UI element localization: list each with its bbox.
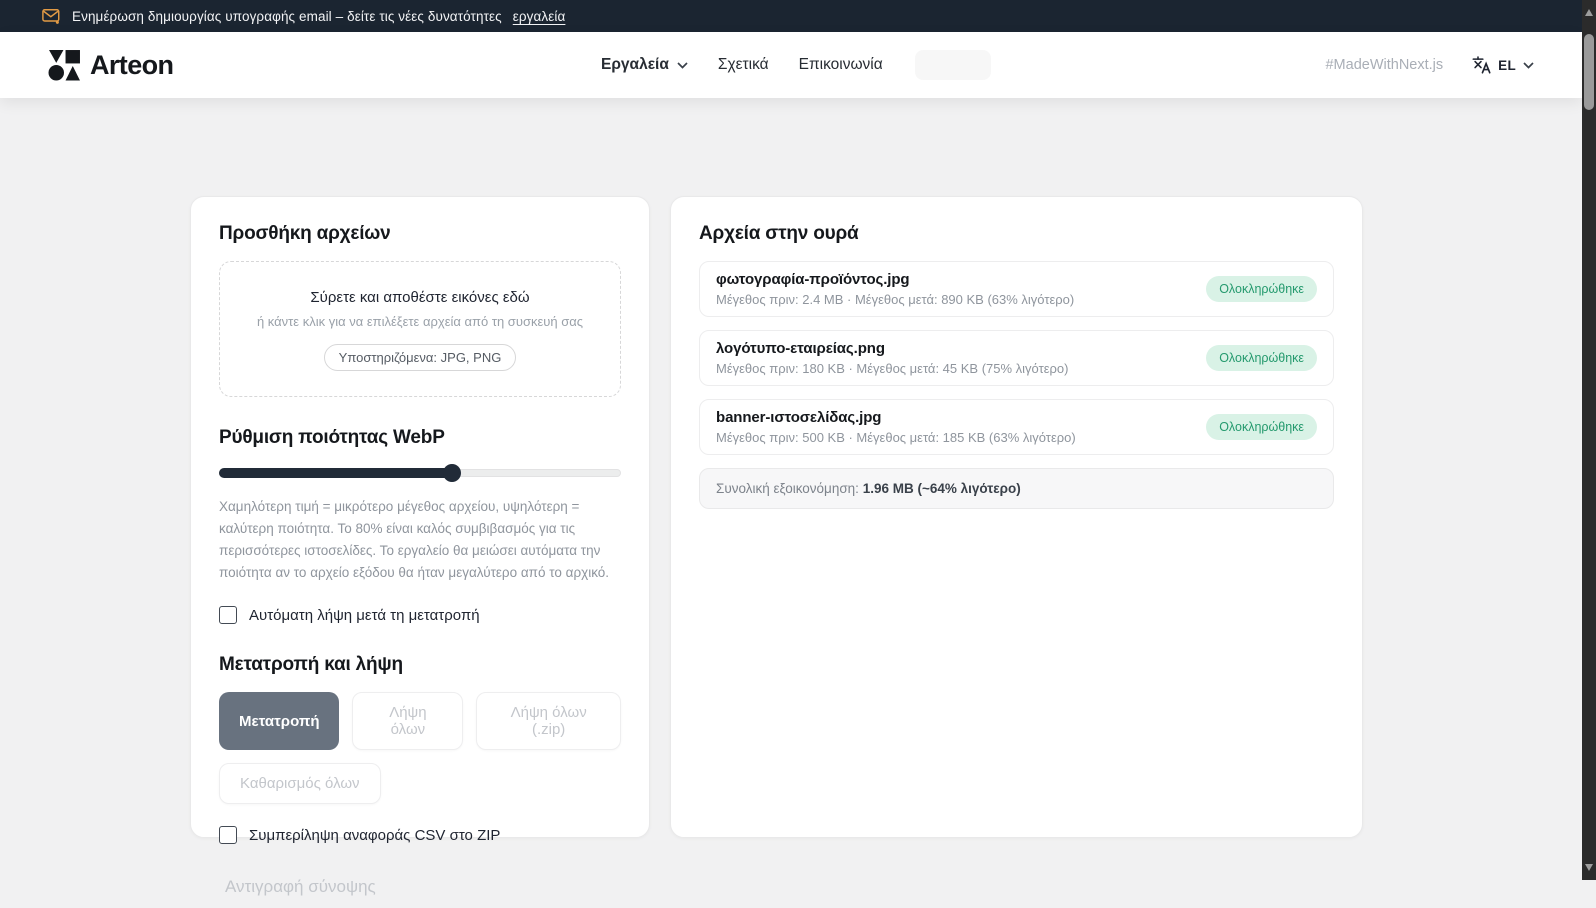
quality-description: Χαμηλότερη τιμή = μικρότερο μέγεθος αρχε…: [219, 499, 610, 580]
queue-title: Αρχεία στην ουρά: [699, 223, 859, 244]
quality-title: Ρύθμιση ποιότητας WebP: [219, 427, 445, 448]
add-files-title: Προσθήκη αρχείων: [219, 223, 391, 244]
page-scrollbar[interactable]: [1582, 0, 1596, 880]
announcement-banner: Ενημέρωση δημιουργίας υπογραφής email – …: [0, 0, 1582, 32]
banner-text: Ενημέρωση δημιουργίας υπογραφής email – …: [72, 8, 502, 24]
supported-formats-badge: Υποστηριζόμενα: JPG, PNG: [323, 344, 517, 371]
csv-report-label: Συμπερίληψη αναφοράς CSV στο ZIP: [249, 826, 501, 844]
download-all-button[interactable]: Λήψη όλων: [352, 692, 464, 750]
arteon-logo-icon: [48, 49, 81, 81]
queue-card: Αρχεία στην ουρά φωτογραφία-προϊόντος.jp…: [670, 196, 1363, 838]
file-status-badge: Ολοκληρώθηκε: [1206, 276, 1317, 302]
file-info: banner-ιστοσελίδας.jpg Μέγεθος πριν: 500…: [716, 409, 1076, 445]
scrollbar-up-arrow-icon[interactable]: [1585, 9, 1593, 16]
file-meta: Μέγεθος πριν: 500 KB · Μέγεθος μετά: 185…: [716, 430, 1076, 445]
file-status-badge: Ολοκληρώθηκε: [1206, 414, 1317, 440]
convert-button[interactable]: Μετατροπή: [219, 692, 340, 750]
dropzone-secondary-text: ή κάντε κλικ για να επιλέξετε αρχεία από…: [256, 314, 584, 329]
nav-item-about[interactable]: Σχετικά: [718, 56, 769, 74]
file-row: φωτογραφία-προϊόντος.jpg Μέγεθος πριν: 2…: [699, 261, 1334, 317]
total-savings-row: Συνολική εξοικονόμηση: 1.96 MB (~64% λιγ…: [699, 468, 1334, 509]
file-info: λογότυπο-εταιρείας.png Μέγεθος πριν: 180…: [716, 340, 1068, 376]
auto-download-label: Αυτόματη λήψη μετά τη μετατροπή: [249, 606, 480, 624]
header-right: #MadeWithNext.js EL: [1325, 55, 1534, 75]
translate-icon: [1471, 55, 1491, 75]
language-selector[interactable]: EL: [1471, 55, 1534, 75]
auto-download-row: Αυτόματη λήψη μετά τη μετατροπή: [219, 606, 621, 624]
brand-name: Arteon: [90, 49, 174, 80]
file-name: λογότυπο-εταιρείας.png: [716, 340, 885, 357]
file-meta: Μέγεθος πριν: 2.4 MB · Μέγεθος μετά: 890…: [716, 292, 1075, 307]
dropzone-primary-text: Σύρετε και αποθέστε εικόνες εδώ: [310, 289, 530, 306]
file-row: banner-ιστοσελίδας.jpg Μέγεθος πριν: 500…: [699, 399, 1334, 455]
clear-all-button[interactable]: Καθαρισμός όλων: [219, 763, 381, 804]
total-savings-label: Συνολική εξοικονόμηση:: [716, 481, 863, 496]
brand-logo[interactable]: Arteon: [48, 49, 174, 81]
copy-summary-button[interactable]: Αντιγραφή σύνοψης: [221, 866, 390, 908]
auto-download-checkbox[interactable]: [219, 606, 237, 624]
chevron-down-icon: [1523, 61, 1534, 69]
made-with-nextjs-tag: #MadeWithNext.js: [1325, 57, 1444, 73]
nav-item-tools[interactable]: Εργαλεία: [601, 56, 688, 74]
file-name: banner-ιστοσελίδας.jpg: [716, 409, 882, 426]
scrollbar-thumb[interactable]: [1584, 34, 1594, 110]
mail-icon: [42, 8, 61, 25]
nav-hover-ghost: [915, 50, 991, 80]
csv-report-checkbox[interactable]: [219, 826, 237, 844]
csv-report-row: Συμπερίληψη αναφοράς CSV στο ZIP: [219, 826, 621, 844]
banner-tools-link[interactable]: εργαλεία: [513, 9, 566, 24]
quality-slider-thumb[interactable]: [443, 464, 462, 482]
convert-section-title: Μετατροπή και λήψη: [219, 654, 403, 675]
file-dropzone[interactable]: Σύρετε και αποθέστε εικόνες εδώ ή κάντε …: [219, 261, 621, 397]
file-info: φωτογραφία-προϊόντος.jpg Μέγεθος πριν: 2…: [716, 271, 1074, 307]
total-savings-value: 1.96 MB (~64% λιγότερο): [862, 481, 1021, 496]
file-status-badge: Ολοκληρώθηκε: [1206, 345, 1317, 371]
nav-item-contact[interactable]: Επικοινωνία: [799, 56, 883, 74]
download-zip-button[interactable]: Λήψη όλων (.zip): [476, 692, 621, 750]
main-content: Προσθήκη αρχείων Σύρετε και αποθέστε εικ…: [0, 98, 1582, 896]
quality-slider-fill: [219, 468, 453, 478]
header: Arteon Εργαλεία Σχετικά Επικοινωνία #Mad…: [0, 32, 1582, 98]
copy-summary-row: Αντιγραφή σύνοψης: [221, 866, 621, 908]
file-meta: Μέγεθος πριν: 180 KB · Μέγεθος μετά: 45 …: [716, 361, 1069, 376]
quality-slider[interactable]: [219, 464, 621, 482]
file-row: λογότυπο-εταιρείας.png Μέγεθος πριν: 180…: [699, 330, 1334, 386]
clear-buttons-row: Καθαρισμός όλων: [219, 763, 621, 804]
main-nav: Εργαλεία Σχετικά Επικοινωνία: [601, 32, 991, 98]
file-name: φωτογραφία-προϊόντος.jpg: [716, 271, 910, 288]
scrollbar-down-arrow-icon[interactable]: [1585, 864, 1593, 871]
language-code: EL: [1498, 57, 1516, 73]
chevron-down-icon: [677, 61, 688, 69]
convert-buttons-row: Μετατροπή Λήψη όλων Λήψη όλων (.zip): [219, 692, 621, 750]
settings-card: Προσθήκη αρχείων Σύρετε και αποθέστε εικ…: [190, 196, 650, 896]
file-list: φωτογραφία-προϊόντος.jpg Μέγεθος πριν: 2…: [699, 261, 1334, 455]
